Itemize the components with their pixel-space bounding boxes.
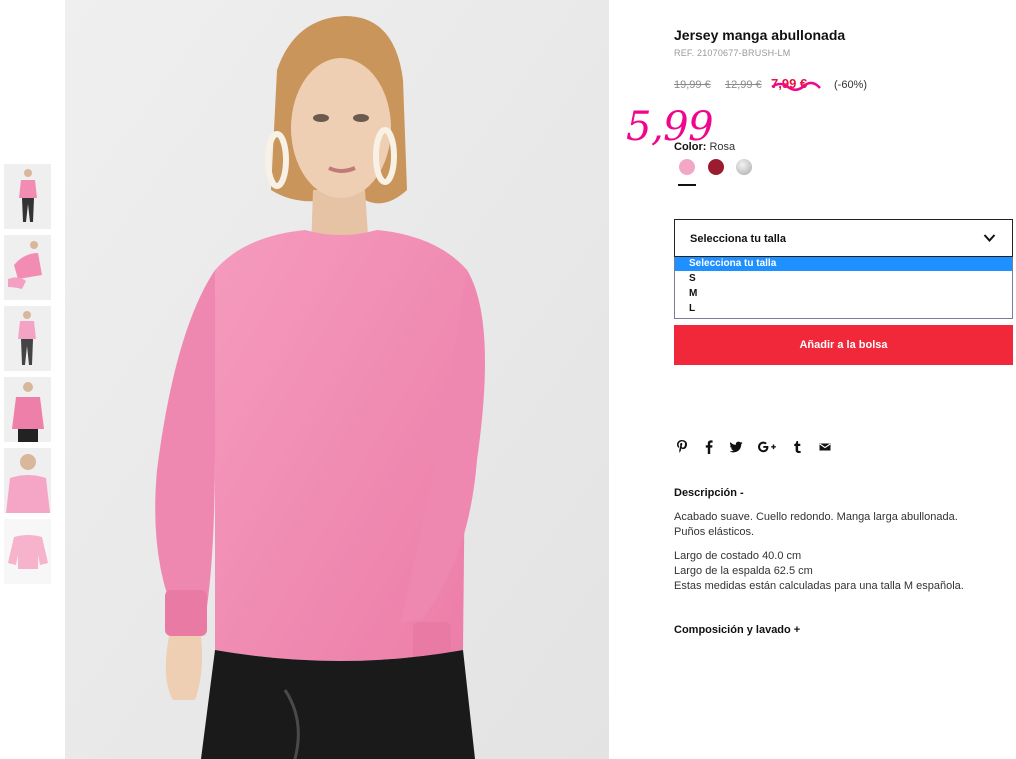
share-icons: [674, 439, 874, 455]
size-option-l[interactable]: L: [675, 302, 1012, 316]
discount-label: (-60%): [834, 79, 868, 91]
product-photo: [65, 0, 609, 759]
description-line: Acabado suave. Cuello redondo. Manga lar…: [674, 511, 958, 523]
tumblr-icon[interactable]: [793, 439, 802, 455]
original-price: 19,99 €: [674, 79, 711, 91]
email-icon[interactable]: [819, 439, 831, 455]
google-plus-icon[interactable]: [757, 439, 777, 455]
thumbnail-5[interactable]: [4, 448, 51, 513]
product-title: Jersey manga abullonada: [674, 27, 846, 43]
size-option-m[interactable]: M: [675, 287, 1012, 301]
description-heading[interactable]: Descripción -: [674, 487, 744, 499]
size-option-s[interactable]: S: [675, 272, 1012, 286]
size-options-list: Selecciona tu talla S M L: [674, 257, 1013, 319]
description-line: Estas medidas están calculadas para una …: [674, 580, 964, 592]
sale-price: 7,99 €: [771, 76, 808, 91]
description-line: Puños elásticos.: [674, 526, 755, 538]
size-select-label: Selecciona tu talla: [690, 233, 786, 245]
composition-heading[interactable]: Composición y lavado +: [674, 624, 800, 636]
twitter-icon[interactable]: [729, 439, 743, 455]
color-label-key: Color:: [674, 141, 707, 153]
description-line: Largo de costado 40.0 cm: [674, 550, 802, 562]
thumbnail-2[interactable]: [4, 235, 51, 300]
add-to-bag-button[interactable]: Añadir a la bolsa: [674, 325, 1013, 365]
previous-price: 12,99 €: [725, 79, 762, 91]
facebook-icon[interactable]: [705, 439, 713, 455]
color-label: Color: Rosa: [674, 141, 735, 153]
chevron-down-icon: [983, 234, 996, 242]
color-swatches: [678, 159, 778, 189]
price-row: 19,99 € 12,99 € 7,99 € (-60%): [674, 76, 934, 93]
description-line: Largo de la espalda 62.5 cm: [674, 565, 813, 577]
selected-swatch-indicator: [678, 184, 696, 186]
thumbnail-6[interactable]: [4, 519, 51, 584]
product-reference: REF. 21070677-BRUSH-LM: [674, 48, 791, 58]
thumbnail-list: [4, 164, 51, 590]
thumbnail-3[interactable]: [4, 306, 51, 371]
swatch-pink[interactable]: [679, 159, 695, 175]
swatch-burgundy[interactable]: [708, 159, 724, 175]
swatch-grey-marl[interactable]: [736, 159, 752, 175]
thumbnail-1[interactable]: [4, 164, 51, 229]
thumbnail-4[interactable]: [4, 377, 51, 442]
size-select[interactable]: Selecciona tu talla: [674, 219, 1013, 257]
pinterest-icon[interactable]: [676, 439, 688, 455]
size-option-placeholder[interactable]: Selecciona tu talla: [675, 257, 1012, 271]
color-value: Rosa: [709, 141, 736, 153]
